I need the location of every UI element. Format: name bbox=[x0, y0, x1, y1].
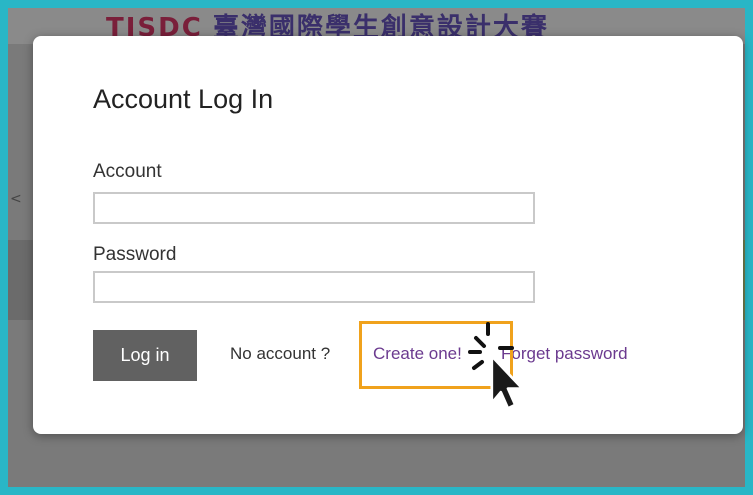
login-button[interactable]: Log in bbox=[93, 330, 197, 381]
modal-title: Account Log In bbox=[93, 84, 274, 114]
login-modal: Account Log In Account Password Log in N… bbox=[33, 36, 743, 434]
password-input[interactable] bbox=[93, 271, 535, 303]
background-chevron-left-icon: < bbox=[10, 191, 22, 207]
no-account-text: No account ? bbox=[230, 344, 331, 363]
account-input[interactable] bbox=[93, 192, 535, 224]
password-label: Password bbox=[93, 244, 177, 265]
account-label: Account bbox=[93, 161, 162, 182]
pointer-arrow-icon bbox=[440, 318, 530, 410]
